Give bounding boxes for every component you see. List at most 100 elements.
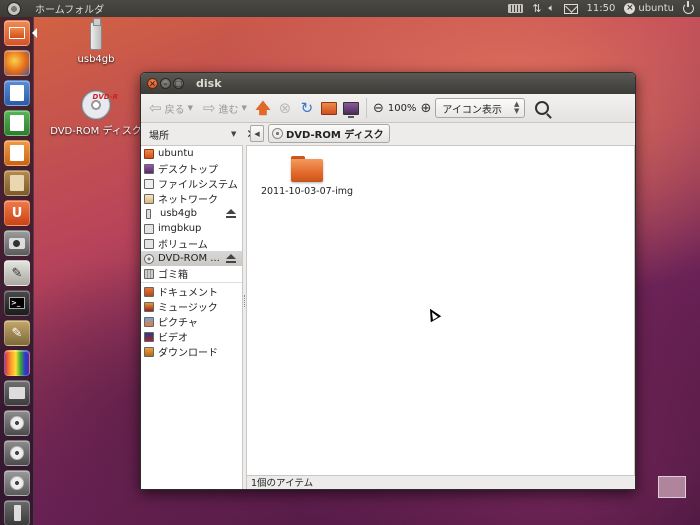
sidebar-item-usb4gb[interactable]: usb4gb xyxy=(141,206,242,221)
sidebar-item-label: ボリューム xyxy=(158,240,208,251)
writer-icon[interactable] xyxy=(4,80,30,106)
home-icon xyxy=(320,101,337,115)
active-app-title: ホームフォルダ xyxy=(35,5,105,16)
usb-drive-icon xyxy=(146,208,151,219)
sidebar-item-documents[interactable]: ドキュメント xyxy=(141,284,242,299)
home-folder-icon[interactable] xyxy=(4,20,30,46)
status-text: 1個のアイテム xyxy=(251,478,314,489)
usb-drive-icon[interactable] xyxy=(4,500,30,525)
user-menu[interactable]: × ubuntu xyxy=(624,3,674,14)
places-label[interactable]: 場所 xyxy=(141,127,231,142)
file-item[interactable]: 2011-10-03-07-img xyxy=(257,156,357,197)
downloads-icon xyxy=(144,346,154,357)
videos-icon xyxy=(144,331,154,342)
sidebar-item-volume[interactable]: ボリューム xyxy=(141,236,242,251)
sidebar-item-label: デスクトップ xyxy=(158,165,218,176)
up-arrow-icon[interactable]: 🡅 xyxy=(254,99,272,117)
sidebar-item-label: ファイルシステム xyxy=(158,180,238,191)
search-icon[interactable] xyxy=(535,101,550,115)
gimp-icon[interactable]: ✎ xyxy=(4,320,30,346)
sidebar-item-label: ダウンロード xyxy=(158,348,218,359)
messaging-icon[interactable] xyxy=(563,3,578,14)
sidebar-item-label: ubuntu xyxy=(158,148,194,159)
clock[interactable]: 11:50 xyxy=(587,3,616,14)
workspace-switcher[interactable] xyxy=(658,476,686,498)
user-name: ubuntu xyxy=(638,3,674,14)
terminal-icon[interactable]: >_ xyxy=(4,290,30,316)
forward-button[interactable]: ⇨ 進む ▼ xyxy=(200,100,250,116)
calc-icon[interactable] xyxy=(4,110,30,136)
window-titlebar[interactable]: × – □ disk xyxy=(141,73,635,94)
chevron-down-icon[interactable]: ▼ xyxy=(231,130,236,138)
folder-icon xyxy=(291,156,323,182)
disk-drive-icon[interactable] xyxy=(4,410,30,436)
forward-label: 進む xyxy=(218,104,239,116)
dvd-disc-icon: DVD-R xyxy=(81,90,118,120)
toolbar: ⇦ 戻る ▼ ⇨ 進む ▼ 🡅 ⊗ ↻ ⊖ 100% ⊕ アイコン表示 ▲ ▼ xyxy=(141,94,635,123)
disk-drive-icon[interactable] xyxy=(4,440,30,466)
path-back-button[interactable]: ◀ xyxy=(250,125,264,142)
sidebar-item-home[interactable]: ubuntu xyxy=(141,146,242,161)
sidebar-item-downloads[interactable]: ダウンロード xyxy=(141,344,242,359)
file-view[interactable]: 2011-10-03-07-img xyxy=(247,145,635,475)
keyboard-icon[interactable] xyxy=(508,4,524,13)
screenshot-icon[interactable] xyxy=(4,380,30,406)
zoom-in-icon[interactable]: ⊕ xyxy=(420,101,431,116)
back-button[interactable]: ⇦ 戻る ▼ xyxy=(146,98,196,117)
sidebar-item-videos[interactable]: ビデオ xyxy=(141,329,242,344)
back-label: 戻る xyxy=(164,104,185,116)
network-icon xyxy=(144,193,154,204)
sidebar-item-music[interactable]: ミュージック xyxy=(141,299,242,314)
zoom-out-icon[interactable]: ⊖ xyxy=(373,101,384,116)
chevron-down-icon[interactable]: ▼ xyxy=(188,104,193,112)
usb-stick-icon xyxy=(90,18,102,50)
filesystem-icon xyxy=(144,178,154,189)
pencils-icon[interactable] xyxy=(4,350,30,376)
shotwell-icon[interactable] xyxy=(4,230,30,256)
chevron-down-icon[interactable]: ▼ xyxy=(242,104,247,112)
stop-icon[interactable]: ⊗ xyxy=(276,99,294,117)
user-icon: × xyxy=(624,3,636,14)
desktop-usb-label: usb4gb xyxy=(77,54,115,65)
ubuntu-dash-icon[interactable] xyxy=(7,1,21,16)
back-arrow-icon: ⇦ xyxy=(149,98,162,117)
path-button[interactable]: DVD-ROM ディスク xyxy=(268,124,390,143)
trash-icon xyxy=(144,268,154,279)
desktop-dvd-icon[interactable]: DVD-R DVD-ROM ディスク xyxy=(50,90,142,137)
computer-button[interactable] xyxy=(342,99,360,118)
impress-icon[interactable] xyxy=(4,140,30,166)
sidebar-item-imgbkup[interactable]: imgbkup xyxy=(141,221,242,236)
ubuntu-one-icon[interactable]: U xyxy=(4,200,30,226)
desktop-usb-icon[interactable]: usb4gb xyxy=(72,18,120,65)
home-button[interactable] xyxy=(320,99,338,117)
desktop-icon xyxy=(144,163,154,174)
toolbar-separator xyxy=(365,98,367,118)
sidebar-item-dvd[interactable]: DVD-ROM ... xyxy=(141,251,242,266)
sidebar-item-network[interactable]: ネットワーク xyxy=(141,191,242,206)
reload-icon[interactable]: ↻ xyxy=(298,99,316,117)
dvd-drive-icon[interactable] xyxy=(4,470,30,496)
firefox-icon[interactable] xyxy=(4,50,30,76)
volume-icon[interactable]: 🔈︎ xyxy=(549,3,555,14)
close-icon[interactable]: × xyxy=(147,78,158,89)
sidebar-item-pictures[interactable]: ピクチャ xyxy=(141,314,242,329)
view-mode-select[interactable]: アイコン表示 ▲ ▼ xyxy=(435,98,526,118)
sidebar-item-label: ピクチャ xyxy=(158,318,198,329)
eject-icon[interactable] xyxy=(226,209,236,218)
dvd-badge: DVD-R xyxy=(92,93,118,101)
sidebar-item-trash[interactable]: ゴミ箱 xyxy=(141,266,242,281)
eject-icon[interactable] xyxy=(226,254,236,263)
dvd-icon xyxy=(144,253,154,264)
sidebar-item-desktop[interactable]: デスクトップ xyxy=(141,161,242,176)
sidebar-item-filesystem[interactable]: ファイルシステム xyxy=(141,176,242,191)
network-icon[interactable]: ⇅ xyxy=(532,2,541,15)
software-center-icon[interactable] xyxy=(4,170,30,196)
pictures-icon xyxy=(144,316,154,327)
minimize-icon[interactable]: – xyxy=(160,78,171,89)
file-name: 2011-10-03-07-img xyxy=(260,186,354,197)
power-icon[interactable] xyxy=(683,1,694,14)
indicator-area: ⇅ 🔈︎ 11:50 × ubuntu xyxy=(508,1,700,15)
text-editor-icon[interactable]: ✎ xyxy=(4,260,30,286)
maximize-icon[interactable]: □ xyxy=(173,78,184,89)
sidebar-item-label: ミュージック xyxy=(158,303,218,314)
